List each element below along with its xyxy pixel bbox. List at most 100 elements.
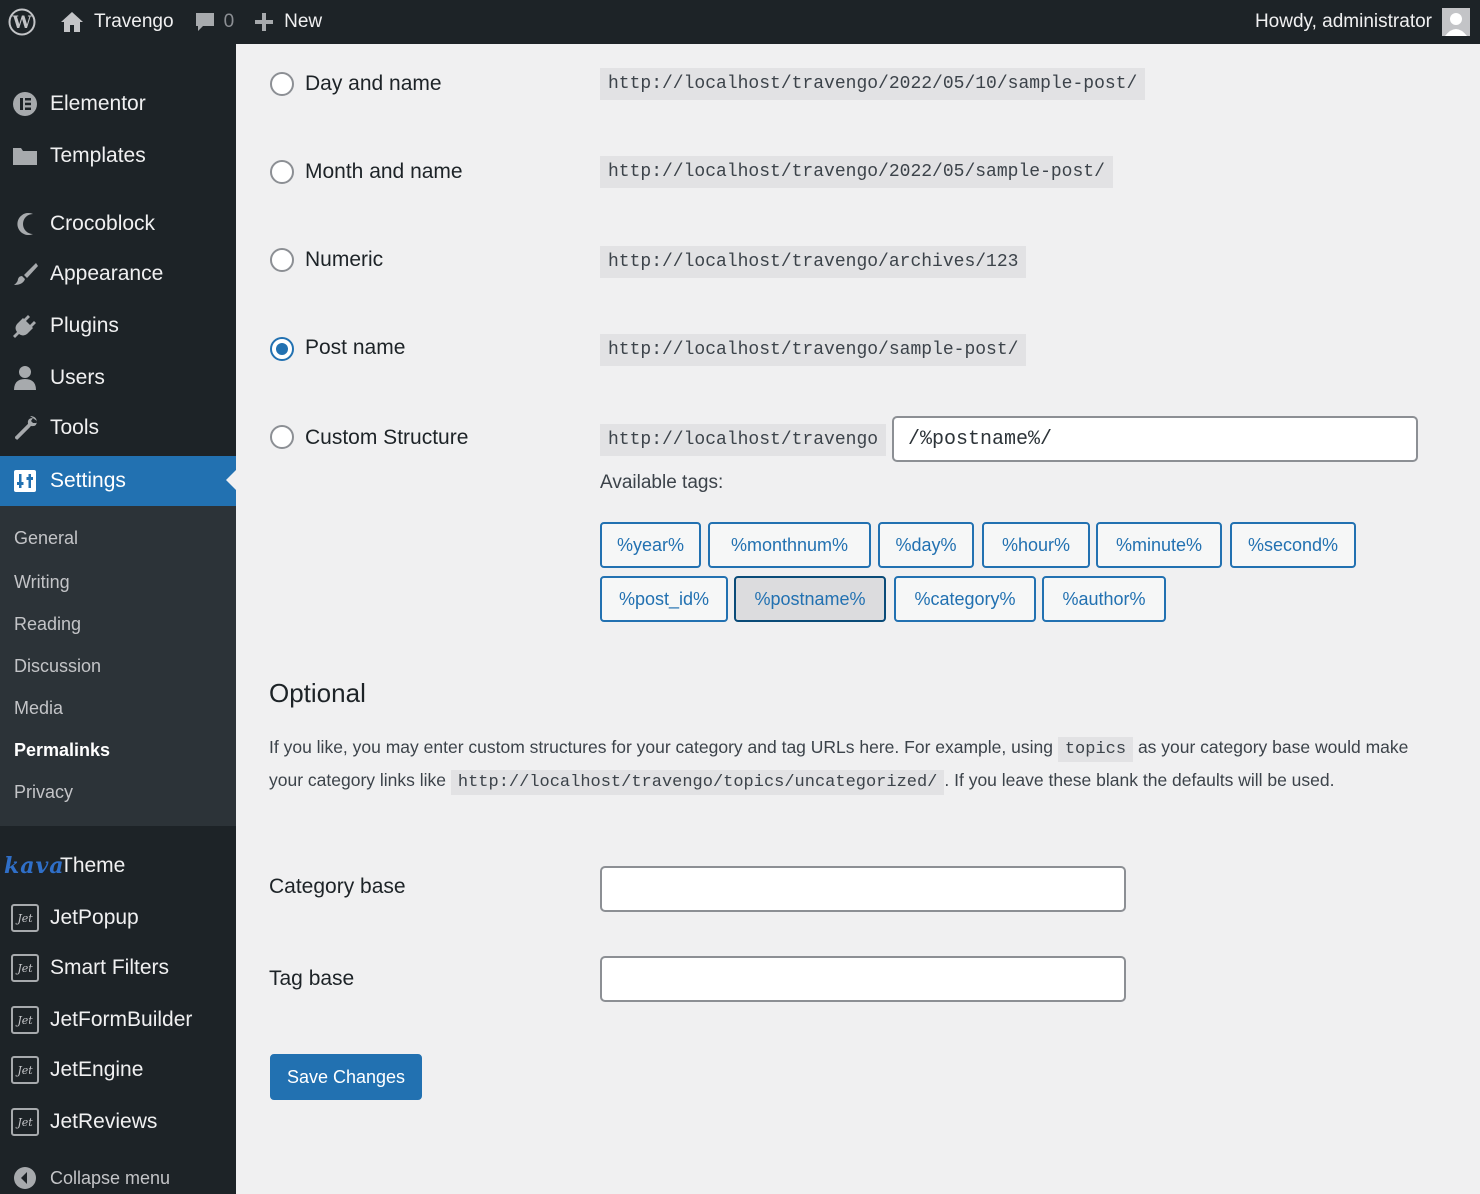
menu-label: Crocoblock: [50, 212, 156, 235]
jet-icon: Jet: [0, 1006, 50, 1034]
tag-button-monthnum[interactable]: %monthnum%: [708, 522, 871, 568]
comments-link[interactable]: 0: [184, 0, 245, 44]
category-base-input[interactable]: [600, 866, 1126, 912]
collapse-label: Collapse menu: [50, 1167, 171, 1188]
jet-icon: Jet: [0, 904, 50, 932]
submenu-writing[interactable]: Writing: [14, 572, 70, 593]
custom-structure-input[interactable]: /%postname%/: [892, 416, 1418, 462]
available-tags-label: Available tags:: [600, 472, 724, 493]
menu-item-kava-theme[interactable]: kava Theme: [0, 842, 236, 890]
menu-item-settings[interactable]: Settings: [0, 456, 236, 506]
site-name-link[interactable]: Travengo: [46, 0, 184, 44]
menu-label: Smart Filters: [50, 956, 170, 979]
menu-label: Tools: [50, 416, 100, 439]
tag-button-postname[interactable]: %postname%: [734, 576, 886, 622]
permalink-example: http://localhost/travengo/sample-post/: [600, 334, 1027, 366]
admin-sidebar: Elementor Templates Crocoblock Appearanc…: [0, 44, 236, 1194]
submenu-permalinks[interactable]: Permalinks: [14, 740, 110, 761]
tag-button-hour[interactable]: %hour%: [982, 522, 1090, 568]
menu-item-tools[interactable]: Tools: [0, 404, 236, 452]
plus-icon: [254, 12, 274, 32]
menu-item-jetengine[interactable]: Jet JetEngine: [0, 1046, 236, 1094]
user-icon: [0, 365, 50, 391]
menu-label: Templates: [50, 144, 146, 167]
option-label: Numeric: [305, 248, 384, 271]
menu-label: Theme: [60, 854, 126, 877]
tag-button-second[interactable]: %second%: [1230, 522, 1356, 568]
menu-item-crocoblock[interactable]: Crocoblock: [0, 200, 236, 248]
tag-base-label: Tag base: [269, 967, 355, 990]
submenu-general[interactable]: General: [14, 528, 78, 549]
submenu-privacy[interactable]: Privacy: [14, 782, 73, 803]
menu-item-templates[interactable]: Templates: [0, 132, 236, 180]
new-label: New: [284, 11, 323, 32]
optional-heading: Optional: [269, 678, 366, 708]
menu-item-jetpopup[interactable]: Jet JetPopup: [0, 894, 236, 942]
optional-description: If you like, you may enter custom struct…: [269, 732, 1439, 798]
option-label: Month and name: [305, 160, 463, 183]
svg-text:W: W: [11, 13, 32, 33]
menu-label: JetPopup: [50, 906, 139, 929]
menu-item-smart-filters[interactable]: Jet Smart Filters: [0, 944, 236, 992]
menu-label: Elementor: [50, 92, 146, 115]
category-base-label: Category base: [269, 875, 406, 898]
menu-item-jetreviews[interactable]: Jet JetReviews: [0, 1098, 236, 1146]
site-name: Travengo: [94, 11, 174, 32]
menu-item-elementor[interactable]: Elementor: [0, 80, 236, 128]
tag-button-day[interactable]: %day%: [878, 522, 974, 568]
menu-label: JetFormBuilder: [50, 1008, 193, 1031]
plug-icon: [0, 313, 50, 339]
radio-day-and-name[interactable]: [270, 72, 294, 96]
save-changes-button[interactable]: Save Changes: [270, 1054, 422, 1100]
kava-logo: kava: [4, 853, 65, 879]
tag-button-post-id[interactable]: %post_id%: [600, 576, 728, 622]
custom-structure-prefix: http://localhost/travengo: [600, 424, 887, 456]
howdy-text: Howdy, administrator: [1254, 11, 1432, 32]
home-icon: [60, 11, 84, 33]
submenu-discussion[interactable]: Discussion: [14, 656, 101, 677]
tag-button-minute[interactable]: %minute%: [1096, 522, 1222, 568]
menu-label: JetReviews: [50, 1110, 158, 1133]
tag-button-category[interactable]: %category%: [894, 576, 1036, 622]
radio-custom-structure[interactable]: [270, 425, 294, 449]
tag-base-input[interactable]: [600, 956, 1126, 1002]
submenu-media[interactable]: Media: [14, 698, 63, 719]
new-content-link[interactable]: New: [244, 0, 332, 44]
menu-label: Appearance: [50, 262, 164, 285]
submenu-reading[interactable]: Reading: [14, 614, 81, 635]
option-label: Post name: [305, 336, 406, 359]
option-label: Day and name: [305, 72, 442, 95]
inline-code: topics: [1057, 737, 1134, 762]
jet-icon: Jet: [0, 1108, 50, 1136]
menu-item-appearance[interactable]: Appearance: [0, 250, 236, 298]
menu-label: JetEngine: [50, 1058, 144, 1081]
account-menu[interactable]: Howdy, administrator: [1255, 0, 1470, 44]
brush-icon: [0, 261, 50, 287]
menu-label: Plugins: [50, 314, 119, 337]
wordpress-logo-icon[interactable]: W: [0, 0, 46, 44]
collapse-menu-button[interactable]: Collapse menu: [0, 1154, 236, 1194]
menu-item-users[interactable]: Users: [0, 354, 236, 402]
settings-submenu: General Writing Reading Discussion Media…: [0, 506, 236, 826]
comment-icon: [194, 11, 216, 33]
radio-post-name[interactable]: [270, 337, 294, 361]
permalink-example: http://localhost/travengo/2022/05/10/sam…: [600, 68, 1146, 100]
tag-button-year[interactable]: %year%: [600, 522, 701, 568]
menu-label: Users: [50, 366, 105, 389]
menu-label: Settings: [50, 469, 126, 492]
admin-bar: W Travengo 0 New Howdy, administrator: [0, 0, 1480, 44]
permalink-example: http://localhost/travengo/archives/123: [600, 246, 1027, 278]
radio-numeric[interactable]: [270, 248, 294, 272]
menu-item-jetformbuilder[interactable]: Jet JetFormBuilder: [0, 996, 236, 1044]
menu-item-plugins[interactable]: Plugins: [0, 302, 236, 350]
comments-count: 0: [223, 11, 235, 32]
settings-icon: [0, 469, 50, 493]
tag-button-author[interactable]: %author%: [1042, 576, 1166, 622]
inline-code: http://localhost/travengo/topics/uncateg…: [450, 770, 945, 795]
option-label: Custom Structure: [305, 426, 469, 449]
collapse-arrow-icon: [0, 1166, 50, 1190]
avatar: [1442, 8, 1470, 36]
folder-icon: [0, 145, 50, 167]
radio-month-and-name[interactable]: [270, 160, 294, 184]
crocoblock-icon: [0, 211, 50, 237]
